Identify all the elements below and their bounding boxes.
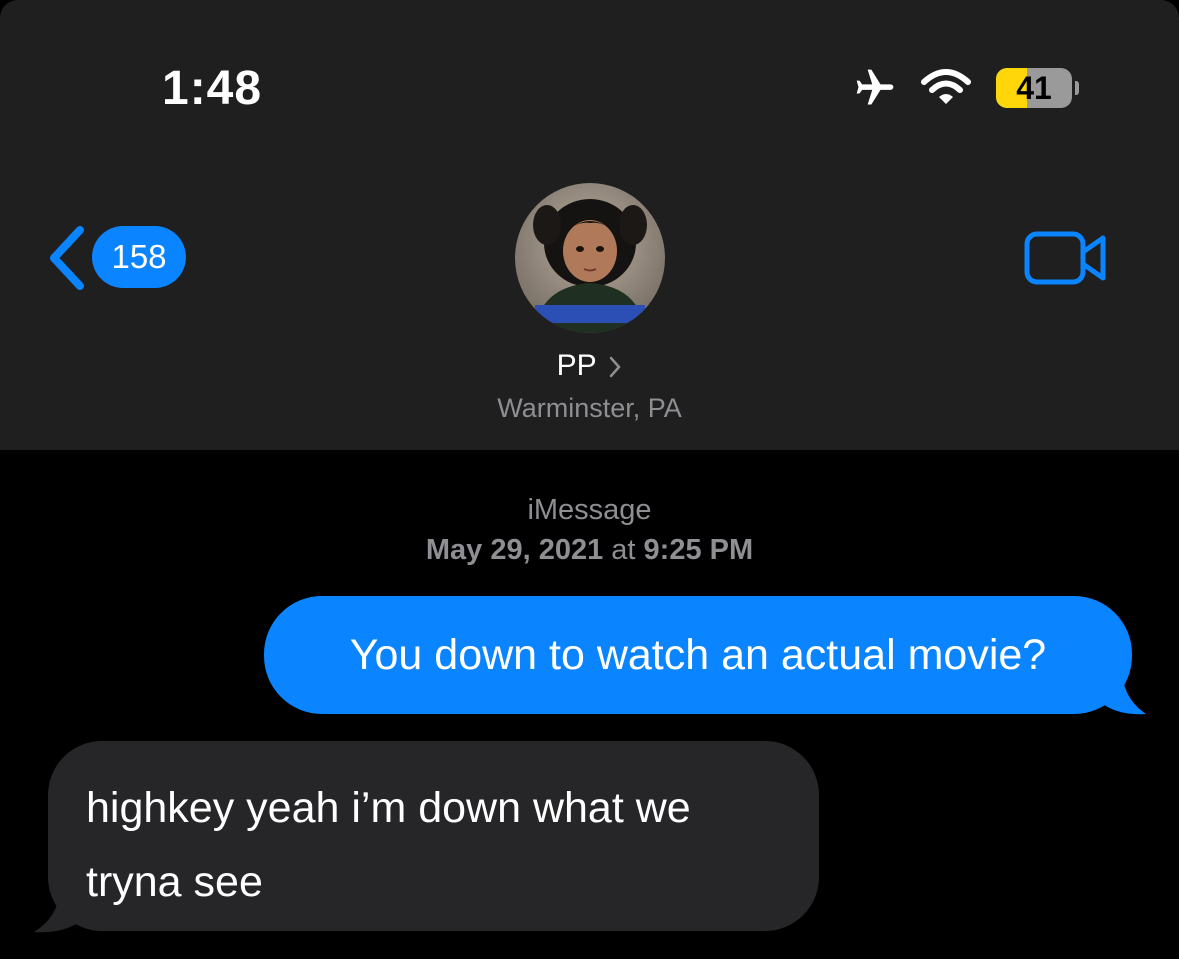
conversation-header: 1:48 41 158 PP Warminster, PA <box>0 0 1179 450</box>
contact-name-button[interactable]: PP <box>0 346 1179 386</box>
avatar-photo <box>515 183 665 333</box>
back-button[interactable]: 158 <box>46 226 186 290</box>
battery-level: 41 <box>1016 70 1052 106</box>
chevron-right-icon <box>610 356 622 378</box>
timestamp-at: at <box>611 534 636 566</box>
status-time: 1:48 <box>162 62 263 115</box>
unread-count-badge: 158 <box>92 226 186 288</box>
chevron-left-icon <box>50 226 84 290</box>
incoming-message-bubble[interactable]: highkey yeah i’m down what we tryna see <box>48 741 819 931</box>
message-line: tryna see <box>86 858 263 906</box>
wifi-icon <box>921 69 971 104</box>
message-line: highkey yeah i’m down what we <box>86 784 691 832</box>
contact-location: Warminster, PA <box>497 393 682 423</box>
battery-nub <box>1075 81 1079 95</box>
outgoing-message-bubble[interactable]: You down to watch an actual movie? <box>264 596 1132 714</box>
video-camera-icon[interactable] <box>1024 230 1108 286</box>
battery-icon: 41 <box>996 68 1072 108</box>
contact-avatar[interactable] <box>515 183 665 333</box>
message-timestamp: May 29, 2021 at 9:25 PM <box>0 532 1179 568</box>
timestamp-date: May 29, 2021 <box>425 534 604 566</box>
timestamp-time: 9:25 PM <box>643 534 754 566</box>
service-label: iMessage <box>527 494 652 526</box>
airplane-icon <box>856 69 894 105</box>
contact-name: PP <box>556 349 597 382</box>
